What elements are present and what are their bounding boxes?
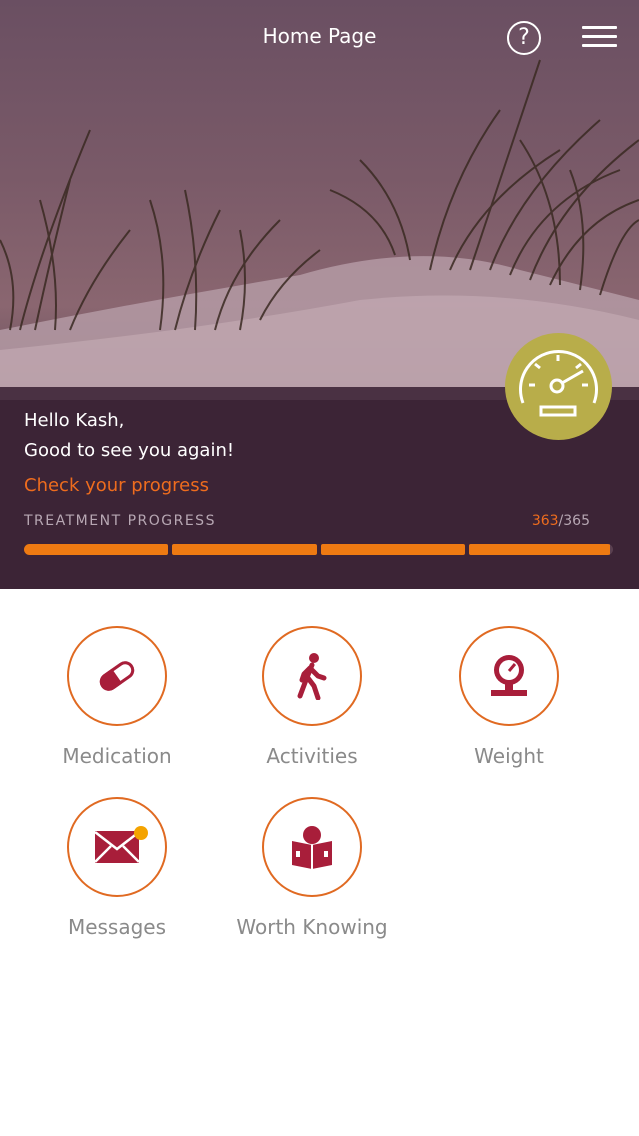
- speedometer-icon[interactable]: [505, 333, 612, 440]
- tile-label: Weight: [474, 744, 544, 768]
- weight-button[interactable]: [459, 626, 559, 726]
- tile-medication[interactable]: Medication: [27, 626, 207, 768]
- progress-current: 363: [531, 513, 559, 529]
- activities-button[interactable]: [262, 626, 362, 726]
- tile-worth-knowing[interactable]: Worth Knowing: [222, 797, 402, 939]
- progress-segment: [24, 544, 169, 555]
- notification-dot: [134, 826, 148, 840]
- tile-label: Worth Knowing: [236, 915, 388, 939]
- progress-segment-fill: [320, 544, 465, 555]
- progress-segment-fill: [172, 544, 317, 555]
- progress-segment: [468, 544, 613, 555]
- pill-icon: [99, 661, 135, 691]
- greeting-name: Hello Kash,: [24, 410, 125, 431]
- tile-label: Activities: [266, 744, 358, 768]
- check-progress-link[interactable]: Check your progress: [24, 475, 209, 496]
- tile-label: Messages: [67, 915, 167, 939]
- progress-segment-fill: [468, 544, 610, 555]
- help-icon[interactable]: ?: [507, 21, 541, 55]
- worth-knowing-button[interactable]: [262, 797, 362, 897]
- page-title: Home Page: [262, 24, 377, 48]
- tile-messages[interactable]: Messages: [27, 797, 207, 939]
- tile-weight[interactable]: Weight: [419, 626, 599, 768]
- reading-person-icon: [292, 826, 332, 869]
- progress-segment: [320, 544, 465, 555]
- progress-total: 365: [563, 513, 590, 529]
- greeting-message: Good to see you again!: [24, 440, 235, 461]
- scale-icon: [491, 655, 527, 696]
- treatment-progress-label: TREATMENT PROGRESS: [24, 513, 216, 529]
- treatment-progress-bar: [24, 544, 613, 555]
- treatment-progress-count: 363/365: [531, 513, 590, 529]
- progress-segment: [172, 544, 317, 555]
- medication-button[interactable]: [67, 626, 167, 726]
- walking-person-icon: [297, 653, 327, 700]
- hamburger-menu-icon[interactable]: [582, 26, 617, 48]
- tile-label: Medication: [62, 744, 172, 768]
- hero-banner: Home Page ? Hello Kash, Good to see you …: [0, 0, 639, 589]
- tile-activities[interactable]: Activities: [222, 626, 402, 768]
- messages-button[interactable]: [67, 797, 167, 897]
- progress-segment-fill: [24, 544, 169, 555]
